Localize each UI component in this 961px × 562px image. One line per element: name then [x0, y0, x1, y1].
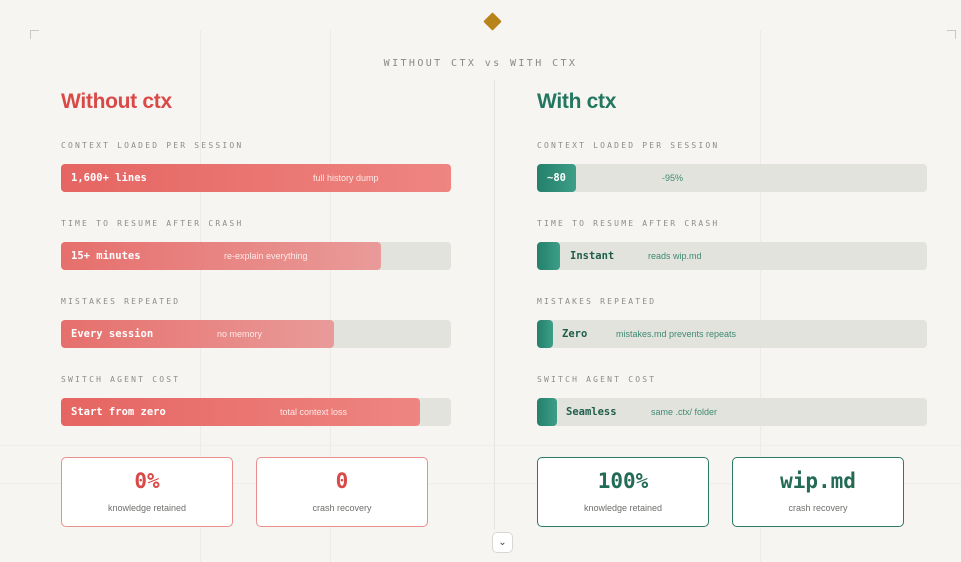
stat-label: crash recovery	[312, 503, 372, 513]
stat-value: 0	[335, 469, 349, 493]
metric-bar: 1,600+ lines full history dump	[61, 164, 451, 192]
corner-mark	[30, 30, 39, 39]
stat-label: knowledge retained	[107, 503, 187, 513]
metric-label: CONTEXT LOADED PER SESSION	[537, 141, 720, 150]
metric-bar: ~80 -95%	[537, 164, 927, 192]
metric-bar: 15+ minutes re-explain everything	[61, 242, 451, 270]
diamond-icon	[483, 12, 502, 31]
stat-label: crash recovery	[788, 503, 848, 513]
stat-card: 0 crash recovery	[256, 457, 428, 527]
bar-value: 1,600+ lines	[71, 172, 147, 184]
stat-value: wip.md	[780, 469, 856, 493]
stat-card: 100% knowledge retained	[537, 457, 709, 527]
bar-fill	[537, 398, 557, 426]
column-divider	[494, 80, 495, 530]
bar-note: same .ctx/ folder	[651, 407, 718, 417]
bar-note: re-explain everything	[224, 251, 308, 261]
metric-bar: Start from zero total context loss	[61, 398, 451, 426]
bar-value: Instant	[570, 250, 615, 262]
metric-bar: Zero mistakes.md prevents repeats	[537, 320, 927, 348]
bar-value: Start from zero	[71, 406, 166, 418]
metric-label: TIME TO RESUME AFTER CRASH	[537, 219, 720, 228]
bar-note: -95%	[662, 173, 684, 183]
metric-bar: Instant reads wip.md	[537, 242, 927, 270]
grid-line	[0, 445, 961, 446]
bar-note: reads wip.md	[648, 251, 702, 261]
bar-fill	[537, 320, 553, 348]
metric-bar: Seamless same .ctx/ folder	[537, 398, 927, 426]
bar-fill	[537, 242, 560, 270]
scroll-down-button[interactable]: ⌄	[492, 532, 513, 553]
stat-card: wip.md crash recovery	[732, 457, 904, 527]
bar-value: Zero	[562, 328, 588, 340]
bar-value: Seamless	[566, 406, 617, 418]
bar-note: full history dump	[313, 173, 379, 183]
bar-value: 15+ minutes	[71, 250, 141, 262]
column-title: Without ctx	[61, 90, 172, 113]
metric-label: SWITCH AGENT COST	[537, 375, 657, 384]
stat-label: knowledge retained	[583, 503, 663, 513]
stat-value: 0%	[134, 469, 160, 493]
column-title: With ctx	[537, 90, 617, 113]
bar-note: total context loss	[280, 407, 348, 417]
metric-label: MISTAKES REPEATED	[537, 297, 657, 306]
bar-note: no memory	[217, 329, 263, 339]
metric-bar: Every session no memory	[61, 320, 451, 348]
bar-value: Every session	[71, 328, 154, 340]
metric-label: MISTAKES REPEATED	[61, 297, 181, 306]
stat-value: 100%	[597, 469, 649, 493]
metric-label: TIME TO RESUME AFTER CRASH	[61, 219, 244, 228]
chevron-down-icon: ⌄	[498, 537, 507, 548]
bar-value: ~80	[547, 172, 566, 184]
metric-label: SWITCH AGENT COST	[61, 375, 181, 384]
metric-label: CONTEXT LOADED PER SESSION	[61, 141, 244, 150]
corner-mark	[947, 30, 956, 39]
bar-note: mistakes.md prevents repeats	[616, 329, 737, 339]
comparison-heading: WITHOUT CTX vs WITH CTX	[383, 58, 578, 69]
stat-card: 0% knowledge retained	[61, 457, 233, 527]
